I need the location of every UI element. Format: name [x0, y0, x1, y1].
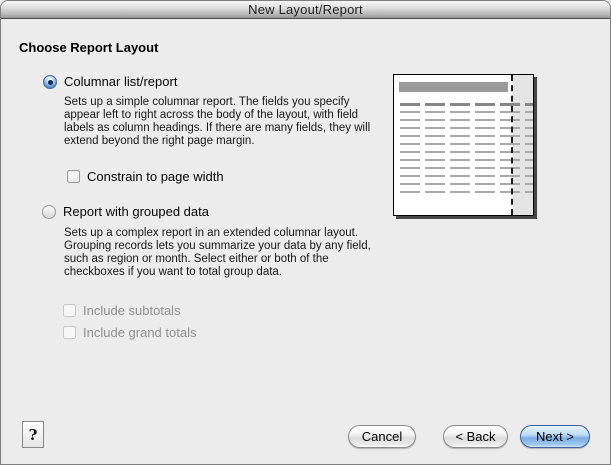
checkbox-include-grand-totals-label: Include grand totals: [83, 325, 197, 340]
window-title-bar[interactable]: New Layout/Report: [1, 1, 610, 19]
preview-data-row: [400, 127, 533, 129]
radio-report-with-grouped-data-label[interactable]: Report with grouped data: [63, 204, 209, 219]
report-preview-thumbnail: [393, 74, 534, 216]
checkbox-include-grand-totals: [63, 326, 76, 339]
preview-data-row: [400, 143, 533, 145]
preview-data-row: [400, 175, 533, 177]
page-title: Choose Report Layout: [19, 40, 159, 55]
preview-column-headings-row: [400, 103, 533, 106]
columnar-description: Sets up a simple columnar report. The fi…: [64, 96, 371, 147]
preview-data-row: [400, 159, 533, 161]
grouped-description: Sets up a complex report in an extended …: [64, 227, 371, 278]
new-layout-report-dialog: New Layout/Report Choose Report Layout C…: [0, 0, 611, 465]
preview-header-bar: [399, 82, 508, 92]
help-button[interactable]: ?: [22, 421, 44, 448]
cancel-button[interactable]: Cancel: [348, 425, 416, 448]
preview-data-row: [400, 183, 533, 185]
preview-data-row: [400, 111, 533, 113]
preview-data-row: [400, 151, 533, 153]
back-button[interactable]: < Back: [443, 425, 508, 448]
preview-page-margin-strip: [513, 75, 533, 215]
checkbox-include-subtotals-label: Include subtotals: [83, 303, 181, 318]
preview-data-row: [400, 167, 533, 169]
checkbox-constrain-to-page-width[interactable]: [67, 170, 80, 183]
window-title: New Layout/Report: [248, 2, 363, 17]
radio-columnar-list-report[interactable]: [43, 75, 57, 89]
next-button[interactable]: Next >: [520, 425, 590, 448]
checkbox-include-subtotals: [63, 304, 76, 317]
radio-columnar-list-report-label[interactable]: Columnar list/report: [64, 74, 177, 89]
preview-data-row: [400, 191, 533, 193]
checkbox-constrain-to-page-width-label[interactable]: Constrain to page width: [87, 169, 224, 184]
preview-data-row: [400, 119, 533, 121]
preview-data-row: [400, 135, 533, 137]
preview-page-break-dashed-line: [511, 75, 513, 215]
radio-report-with-grouped-data[interactable]: [42, 205, 56, 219]
help-icon: ?: [28, 425, 38, 444]
